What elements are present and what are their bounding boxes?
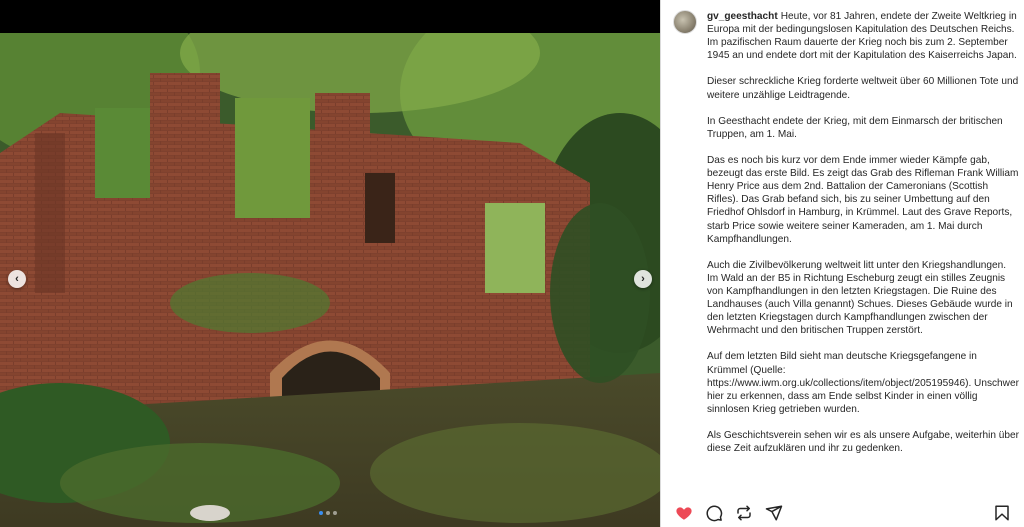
comment-icon [706, 505, 723, 522]
post-media: ‹ › [0, 0, 660, 527]
caption-paragraph: In Geesthacht endete der Krieg, mit dem … [707, 115, 1003, 140]
avatar[interactable] [673, 10, 697, 34]
comment-button[interactable] [703, 502, 725, 524]
post-caption: gv_geesthacht Heute, vor 81 Jahren, endet… [673, 10, 1021, 498]
chevron-left-icon[interactable]: ‹ [8, 270, 26, 288]
repost-button[interactable] [733, 502, 755, 524]
caption-paragraph: Auch die Zivilbevölkerung weltweit litt … [707, 259, 1013, 337]
share-icon [765, 505, 783, 521]
caption-paragraph: Dieser schreckliche Krieg forderte weltw… [707, 76, 1019, 101]
share-button[interactable] [763, 502, 785, 524]
username-link[interactable]: gv_geesthacht [707, 11, 778, 22]
caption-paragraph: Als Geschichtsverein sehen wir es als un… [707, 430, 1019, 455]
caption-paragraph: Das es noch bis kurz vor dem Ende immer … [707, 155, 1019, 245]
caption-text: gv_geesthacht Heute, vor 81 Jahren, endet… [707, 10, 1019, 498]
carousel-dot [319, 511, 323, 515]
caption-paragraph: Auf dem letzten Bild sieht man deutsche … [707, 351, 1019, 415]
like-button[interactable] [673, 502, 695, 524]
caption-paragraph: Im pazifischen Raum dauerte der Krieg no… [707, 37, 1017, 62]
carousel-indicator [319, 511, 337, 515]
ruin-photo [0, 33, 660, 527]
heart-icon [676, 507, 692, 520]
caption-paragraph: gv_geesthacht Heute, vor 81 Jahren, endet… [707, 11, 1017, 36]
bookmark-icon [995, 505, 1009, 521]
action-bar [673, 502, 1013, 524]
chevron-right-icon[interactable]: › [634, 270, 652, 288]
repost-icon [737, 505, 751, 521]
post-side-panel: gv_geesthacht Heute, vor 81 Jahren, endet… [660, 0, 1024, 527]
carousel-dot [326, 511, 330, 515]
carousel-dot [333, 511, 337, 515]
save-button[interactable] [991, 502, 1013, 524]
